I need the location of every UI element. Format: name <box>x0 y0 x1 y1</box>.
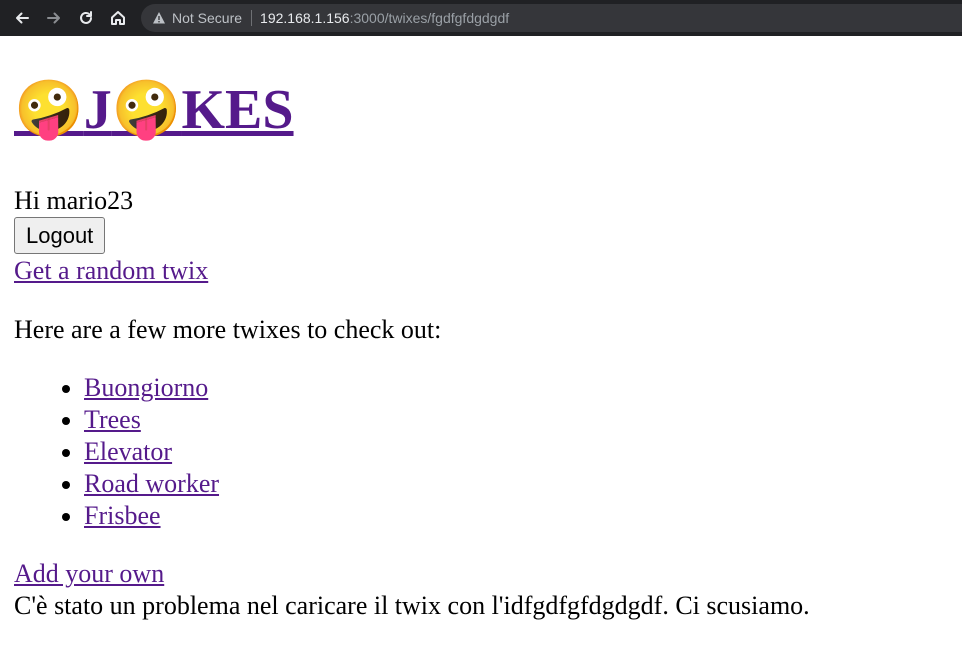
list-item: Buongiorno <box>84 372 944 404</box>
twix-list: Buongiorno Trees Elevator Road worker Fr… <box>14 372 944 532</box>
twix-link[interactable]: Buongiorno <box>84 373 208 402</box>
list-item: Trees <box>84 404 944 436</box>
twix-link[interactable]: Elevator <box>84 437 172 466</box>
address-bar[interactable]: Not Secure 192.168.1.156 :3000/twixes/fg… <box>141 4 962 32</box>
add-twix-link[interactable]: Add your own <box>14 558 944 590</box>
arrow-left-icon <box>16 12 29 24</box>
twix-link[interactable]: Frisbee <box>84 501 161 530</box>
error-message: C'è stato un problema nel caricare il tw… <box>14 591 810 621</box>
reload-button[interactable] <box>75 7 97 29</box>
title-letter-j: J <box>83 79 112 141</box>
logout-button[interactable]: Logout <box>14 217 106 255</box>
home-button[interactable] <box>107 7 129 29</box>
twix-list-intro: Here are a few more twixes to check out: <box>14 315 442 345</box>
user-greeting: Hi mario23 <box>14 186 134 216</box>
address-divider <box>251 10 253 26</box>
page-content: 🤪J🤪KES Hi mario23 Logout Get a random tw… <box>14 36 944 622</box>
warning-icon[interactable] <box>152 11 166 25</box>
arrow-right-icon <box>47 12 60 24</box>
url-path[interactable]: :3000/twixes/fgdfgfdgdgdf <box>350 10 510 26</box>
crazy-face-icon: 🤪 <box>14 79 84 141</box>
twix-link[interactable]: Road worker <box>84 469 219 498</box>
home-icon <box>111 11 125 25</box>
list-item: Elevator <box>84 436 944 468</box>
browser-toolbar: Not Secure 192.168.1.156 :3000/twixes/fg… <box>0 0 962 36</box>
reload-icon <box>80 11 92 24</box>
crazy-face-icon: 🤪 <box>111 79 182 141</box>
list-item: Frisbee <box>84 500 944 532</box>
twix-link[interactable]: Trees <box>84 405 141 434</box>
list-item: Road worker <box>84 468 944 500</box>
site-title: 🤪J🤪KES <box>14 78 944 142</box>
url-host[interactable]: 192.168.1.156 <box>260 10 350 26</box>
security-label[interactable]: Not Secure <box>172 10 242 26</box>
site-title-link[interactable]: 🤪J🤪KES <box>14 79 294 141</box>
back-button[interactable] <box>11 7 33 29</box>
title-rest: KES <box>181 79 294 141</box>
forward-button[interactable] <box>43 7 65 29</box>
random-twix-link[interactable]: Get a random twix <box>14 255 944 287</box>
